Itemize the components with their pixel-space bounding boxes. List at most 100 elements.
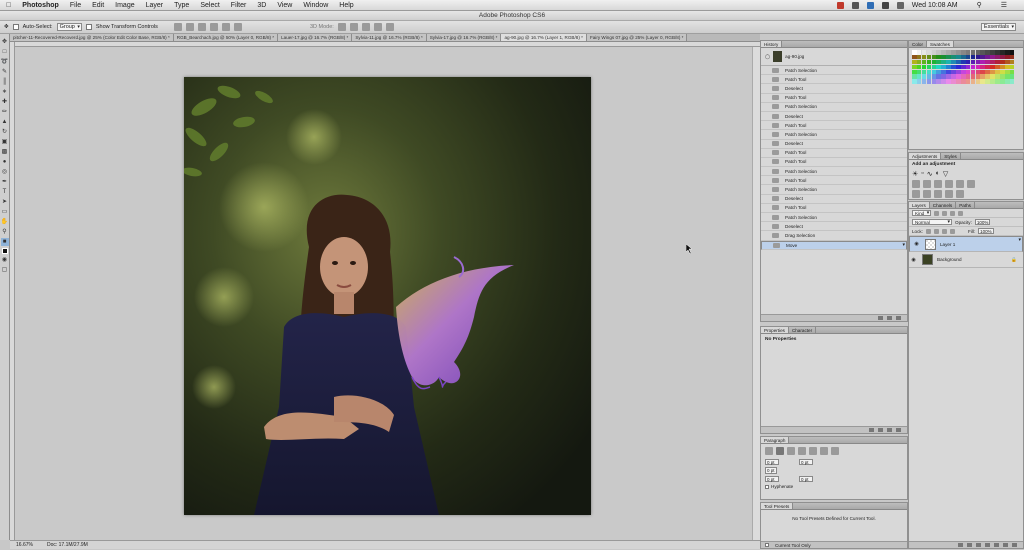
- 3d-drag-icon[interactable]: [361, 23, 370, 31]
- color-swatch[interactable]: [970, 59, 976, 65]
- justify-center-icon[interactable]: [809, 447, 817, 455]
- color-swatch[interactable]: [990, 64, 995, 70]
- color-swatch[interactable]: [951, 69, 956, 75]
- color-swatch[interactable]: [956, 54, 961, 60]
- gradient-tool-icon[interactable]: ▩: [1, 148, 9, 156]
- color-swatch[interactable]: [946, 54, 951, 60]
- tab-channels[interactable]: Channels: [930, 202, 957, 208]
- color-swatch[interactable]: [1000, 74, 1005, 80]
- history-state[interactable]: Patch Selection: [761, 185, 907, 195]
- color-swatch[interactable]: [980, 64, 986, 70]
- history-state[interactable]: Deselect: [761, 195, 907, 204]
- indent-first-line-field[interactable]: 0 pt: [765, 467, 777, 474]
- history-state[interactable]: Patch Tool: [761, 149, 907, 158]
- apple-icon[interactable]: : [6, 2, 11, 9]
- shape-tool-icon[interactable]: ▭: [1, 208, 9, 216]
- color-swatch[interactable]: [951, 50, 956, 55]
- tab-styles[interactable]: Styles: [941, 153, 961, 159]
- align-left-text-icon[interactable]: [765, 447, 773, 455]
- lock-all-icon[interactable]: [949, 228, 955, 234]
- volume-icon[interactable]: [896, 1, 904, 9]
- menu-clock[interactable]: Wed 10:08 AM: [912, 2, 958, 9]
- color-swatch[interactable]: [975, 54, 981, 60]
- selective-color-icon[interactable]: [956, 190, 964, 198]
- align-right-icon[interactable]: [233, 23, 242, 31]
- align-center-text-icon[interactable]: [776, 447, 784, 455]
- menu-view[interactable]: View: [277, 2, 292, 9]
- color-swatch[interactable]: [985, 50, 990, 55]
- filter-type-icon[interactable]: [950, 210, 956, 216]
- hyphenate-checkbox[interactable]: [765, 484, 769, 489]
- color-swatch[interactable]: [956, 64, 961, 70]
- document-tab[interactable]: Fairy Wings 07.jpg @ 25% (Layer 0, RGB/8…: [586, 34, 688, 41]
- document-image[interactable]: [184, 77, 591, 515]
- eye-icon[interactable]: ◉: [912, 241, 921, 248]
- color-swatch[interactable]: [970, 64, 976, 70]
- move-tool-icon[interactable]: ✥: [4, 24, 9, 30]
- vertical-scrollbar[interactable]: [752, 47, 760, 540]
- history-state[interactable]: Patch Tool: [761, 75, 907, 85]
- color-swatch[interactable]: [926, 64, 932, 70]
- color-swatch[interactable]: [951, 64, 956, 70]
- history-state[interactable]: Patch Tool: [761, 121, 907, 131]
- color-swatch[interactable]: [970, 79, 976, 84]
- color-swatch[interactable]: [916, 74, 922, 80]
- color-swatch[interactable]: [931, 59, 937, 65]
- color-swatch[interactable]: [956, 74, 961, 80]
- quick-mask-icon[interactable]: ◉: [1, 256, 9, 264]
- color-swatch[interactable]: [926, 50, 932, 55]
- color-swatch[interactable]: [936, 64, 942, 70]
- color-swatch[interactable]: [936, 50, 942, 55]
- color-swatch[interactable]: [965, 50, 971, 55]
- posterize-icon[interactable]: [923, 190, 931, 198]
- color-swatch[interactable]: [990, 54, 995, 60]
- trash-icon[interactable]: [896, 428, 901, 432]
- color-swatch[interactable]: [975, 69, 981, 75]
- history-brush-tool-icon[interactable]: ↻: [1, 128, 9, 136]
- color-swatch[interactable]: [951, 79, 956, 84]
- history-state[interactable]: Patch Selection: [761, 213, 907, 223]
- history-state[interactable]: Patch Tool: [761, 204, 907, 213]
- marquee-tool-icon[interactable]: □: [1, 48, 9, 56]
- clone-stamp-tool-icon[interactable]: ▲: [1, 118, 9, 126]
- trash-icon[interactable]: [1012, 543, 1017, 547]
- tab-layers[interactable]: Layers: [909, 202, 930, 208]
- clip-icon[interactable]: [869, 428, 874, 432]
- invert-icon[interactable]: [912, 190, 920, 198]
- color-swatch[interactable]: [975, 64, 981, 70]
- color-swatch[interactable]: [956, 50, 961, 55]
- color-swatch[interactable]: [941, 64, 946, 70]
- color-swatch[interactable]: [995, 59, 1000, 65]
- color-swatch[interactable]: [990, 79, 995, 84]
- color-swatch[interactable]: [946, 50, 951, 55]
- color-swatch[interactable]: [1009, 54, 1015, 60]
- menu-help[interactable]: Help: [339, 2, 353, 9]
- history-tab[interactable]: History: [761, 41, 783, 47]
- color-swatch[interactable]: [916, 69, 922, 75]
- vertical-ruler[interactable]: [10, 42, 15, 540]
- indent-left-field[interactable]: 0 pt: [765, 459, 779, 465]
- menu-app-name[interactable]: Photoshop: [22, 2, 59, 9]
- eraser-tool-icon[interactable]: ▣: [1, 138, 9, 146]
- gradient-map-icon[interactable]: [945, 190, 953, 198]
- color-swatch[interactable]: [931, 50, 937, 55]
- color-swatch[interactable]: [936, 74, 942, 80]
- color-swatch[interactable]: [941, 50, 946, 55]
- color-balance-icon[interactable]: [923, 180, 931, 188]
- color-swatch[interactable]: [1000, 50, 1005, 55]
- layer-row[interactable]: ◉ Layer 1: [909, 236, 1023, 252]
- color-swatch[interactable]: [1004, 69, 1010, 75]
- color-swatch[interactable]: [1009, 74, 1015, 80]
- color-swatch[interactable]: [990, 59, 995, 65]
- healing-tool-icon[interactable]: ✚: [1, 98, 9, 106]
- status-app-icon[interactable]: [836, 1, 844, 9]
- color-swatch[interactable]: [912, 74, 917, 80]
- align-left-icon[interactable]: [209, 23, 218, 31]
- workspace-dropdown[interactable]: Essentials: [980, 23, 1016, 31]
- color-swatch[interactable]: [970, 69, 976, 75]
- auto-select-dropdown[interactable]: Group: [56, 23, 82, 31]
- color-swatch[interactable]: [965, 59, 971, 65]
- color-swatch[interactable]: [946, 64, 951, 70]
- color-swatch[interactable]: [1004, 79, 1010, 84]
- color-swatch[interactable]: [995, 50, 1000, 55]
